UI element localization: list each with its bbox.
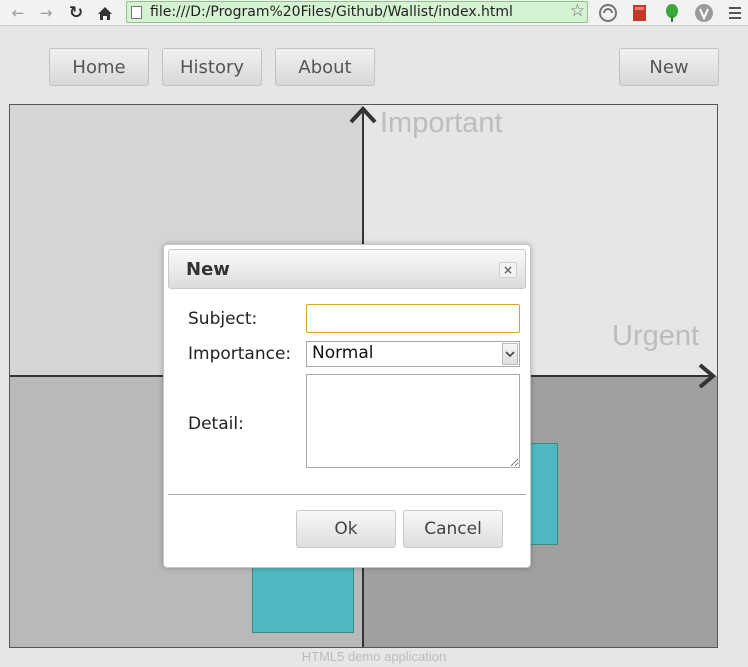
dialog-divider (168, 494, 526, 495)
dialog-title: New (186, 259, 230, 280)
detail-label: Detail: (188, 414, 244, 434)
footer-text: HTML5 demo application (301, 649, 447, 664)
close-icon[interactable]: × (499, 262, 517, 278)
subject-label: Subject: (188, 309, 258, 329)
address-bar[interactable]: file:///D:/Program%20Files/Github/Wallis… (126, 1, 588, 23)
cancel-button[interactable]: Cancel (403, 510, 503, 548)
history-button[interactable]: History (162, 48, 262, 86)
browser-toolbar: ← → ↻ file:///D:/Program%20Files/Github/… (0, 0, 748, 26)
chevron-down-icon[interactable] (502, 343, 518, 365)
dialog-titlebar[interactable]: New × (168, 249, 526, 289)
reload-icon[interactable]: ↻ (66, 3, 86, 23)
v-extension-icon[interactable] (694, 3, 714, 23)
about-button[interactable]: About (275, 48, 375, 86)
new-button[interactable]: New (619, 48, 719, 86)
back-arrow-icon[interactable]: ← (8, 3, 28, 23)
home-icon[interactable] (95, 3, 115, 23)
detail-textarea[interactable] (306, 374, 520, 468)
ok-button[interactable]: Ok (296, 510, 396, 548)
address-url: file:///D:/Program%20Files/Github/Wallis… (150, 4, 513, 20)
page-icon (131, 6, 142, 19)
menu-icon[interactable] (728, 3, 748, 23)
forward-arrow-icon[interactable]: → (36, 3, 56, 23)
leaf-extension-icon[interactable] (662, 3, 682, 23)
important-axis-label: Important (380, 107, 503, 139)
book-extension-icon[interactable] (630, 3, 650, 23)
urgent-axis-label: Urgent (612, 320, 700, 352)
importance-selected-value: Normal (312, 343, 374, 363)
new-task-dialog: New × Subject: Importance: Normal Detail… (163, 244, 531, 568)
subject-input[interactable] (306, 304, 520, 333)
importance-select[interactable]: Normal (306, 341, 520, 367)
sync-extension-icon[interactable] (598, 3, 618, 23)
bookmark-star-icon[interactable]: ☆ (570, 1, 585, 21)
home-button[interactable]: Home (49, 48, 149, 86)
importance-label: Importance: (188, 344, 292, 364)
